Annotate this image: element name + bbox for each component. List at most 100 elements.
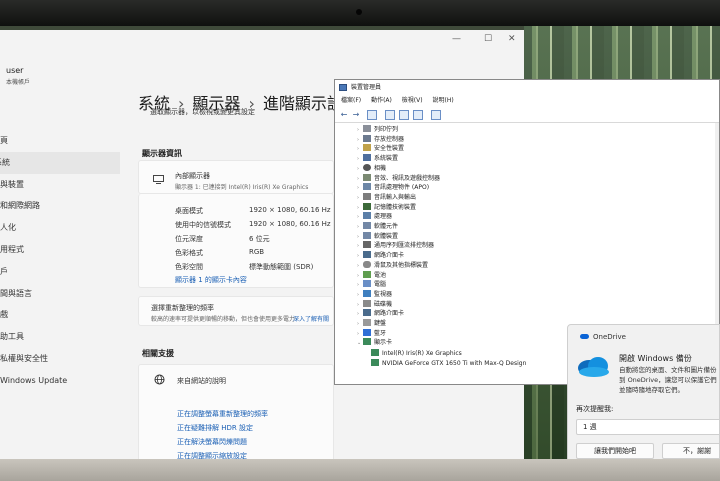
nav-item-home[interactable]: 首頁 bbox=[0, 130, 120, 152]
nav-item-system[interactable]: 系統 bbox=[0, 151, 120, 174]
webcam bbox=[356, 9, 362, 15]
globe-icon bbox=[154, 374, 165, 385]
tree-node[interactable]: › 列印佇列 bbox=[357, 125, 398, 135]
properties-icon[interactable] bbox=[367, 110, 377, 120]
display-details-card: 桌面模式 1920 × 1080, 60.16 Hz 使用中的信號模式 1920… bbox=[138, 194, 334, 288]
tree-node[interactable]: › 網路介面卡 bbox=[357, 309, 404, 319]
tree-node[interactable]: › 安全性裝置 bbox=[357, 144, 404, 154]
detail-label: 色彩空間 bbox=[175, 263, 203, 271]
tree-node[interactable]: › 電池 bbox=[357, 270, 386, 281]
device-manager-title: 裝置管理員 bbox=[351, 84, 382, 91]
nav-item-privacy[interactable]: 隱私權與安全性 bbox=[0, 348, 120, 370]
close-button[interactable]: ✕ bbox=[508, 34, 516, 44]
tree-node[interactable]: › 系統裝置 bbox=[357, 154, 398, 164]
user-profile[interactable]: user 本機帳戶 bbox=[6, 66, 30, 86]
tree-node[interactable]: › 監視器 bbox=[357, 289, 392, 300]
memory-device-icon bbox=[363, 202, 371, 210]
software-device-icon bbox=[363, 231, 371, 239]
display-adapter-icon bbox=[363, 338, 371, 346]
tree-node-display-adapters[interactable]: ⌄ 顯示卡 bbox=[357, 338, 392, 348]
tree-node[interactable]: › 通用序列匯流排控制器 bbox=[357, 241, 434, 251]
tree-node[interactable]: › 電腦 bbox=[357, 280, 386, 290]
tree-node[interactable]: › 音訊處理物件 (APO) bbox=[357, 183, 429, 193]
computer-icon bbox=[363, 280, 371, 288]
storage-controller-icon bbox=[363, 134, 371, 142]
system-device-icon bbox=[363, 154, 371, 162]
bluetooth-icon bbox=[363, 328, 371, 336]
monitor-icon bbox=[363, 289, 371, 297]
settings-nav: 首頁 系統 藍牙與裝置 網路和網際網路 個人化 應用程式 帳戶 時間與語言 遊戲… bbox=[0, 130, 120, 392]
tree-node[interactable]: › 處理器 bbox=[357, 212, 392, 222]
detail-value: 6 位元 bbox=[249, 235, 270, 243]
processor-icon bbox=[363, 212, 371, 220]
refresh-learn-more-link[interactable]: 深入了解有關 bbox=[293, 314, 329, 323]
menu-action[interactable]: 動作(A) bbox=[371, 97, 392, 104]
tree-node[interactable]: › 相機 bbox=[357, 163, 386, 174]
tree-node[interactable]: › 音效、視訊及遊戲控制器 bbox=[357, 173, 440, 184]
nav-item-gaming[interactable]: 遊戲 bbox=[0, 304, 120, 326]
detail-label: 使用中的信號模式 bbox=[175, 221, 231, 229]
tree-node[interactable]: › 藍牙 bbox=[357, 328, 386, 339]
scan-hardware-icon[interactable] bbox=[413, 110, 423, 120]
nav-item-windows-update[interactable]: Windows Update bbox=[0, 370, 120, 392]
menu-help[interactable]: 說明(H) bbox=[433, 97, 454, 104]
nav-item-time-language[interactable]: 時間與語言 bbox=[0, 283, 120, 305]
network-adapter-icon bbox=[363, 251, 371, 259]
user-account-type: 本機帳戶 bbox=[6, 79, 31, 86]
tree-node[interactable]: › 存放控制器 bbox=[357, 134, 404, 145]
keyboard-icon bbox=[363, 319, 371, 326]
tree-node[interactable]: › 鍵盤 bbox=[357, 319, 386, 329]
display-info-heading: 顯示器資訊 bbox=[142, 149, 182, 158]
get-started-button[interactable]: 讓我們開始吧 bbox=[576, 443, 654, 459]
tree-child-intel-gpu[interactable]: Intel(R) Iris(R) Xe Graphics bbox=[371, 349, 462, 359]
tree-node[interactable]: › 滑鼠及其他指標裝置 bbox=[357, 260, 428, 271]
battery-icon bbox=[363, 270, 371, 278]
forward-arrow-icon[interactable]: → bbox=[351, 110, 361, 120]
mouse-icon bbox=[363, 260, 371, 268]
tree-node[interactable]: › 音訊輸入與輸出 bbox=[357, 192, 416, 203]
detail-label: 桌面模式 bbox=[175, 207, 203, 215]
sound-controller-icon bbox=[363, 173, 371, 181]
device-manager-icon bbox=[339, 84, 347, 91]
tree-node[interactable]: › 網路介面卡 bbox=[357, 251, 404, 261]
onedrive-app-name: OneDrive bbox=[593, 333, 626, 341]
menu-view[interactable]: 檢視(V) bbox=[402, 97, 423, 104]
onedrive-notification: OneDrive 開啟 Windows 備份 自動將您的桌面、文件和圖片備份到 … bbox=[567, 324, 720, 468]
security-device-icon bbox=[363, 144, 371, 152]
printer-icon bbox=[363, 125, 371, 132]
menu-file[interactable]: 檔案(F) bbox=[341, 97, 361, 104]
nav-item-bluetooth[interactable]: 藍牙與裝置 bbox=[0, 174, 120, 196]
maximize-button[interactable]: ☐ bbox=[484, 34, 492, 44]
help-icon[interactable] bbox=[399, 110, 409, 120]
display-info-card[interactable]: 內部顯示器 顯示器 1: 已連接到 Intel(R) Iris(R) Xe Gr… bbox=[138, 160, 334, 194]
support-link[interactable]: 正在調整螢幕重新整理的頻率 bbox=[177, 409, 268, 419]
audio-io-icon bbox=[363, 192, 371, 200]
display-connection: 顯示器 1: 已連接到 Intel(R) Iris(R) Xe Graphics bbox=[175, 184, 309, 191]
tree-node[interactable]: › 軟體元件 bbox=[357, 222, 398, 232]
no-thanks-button[interactable]: 不，謝謝 bbox=[662, 443, 719, 459]
display-adapter-properties-link[interactable]: 顯示器 1 的顯示卡內容 bbox=[175, 275, 247, 285]
nav-item-accessibility[interactable]: 協助工具 bbox=[0, 326, 120, 348]
nav-item-accounts[interactable]: 帳戶 bbox=[0, 261, 120, 283]
tree-child-nvidia-gpu[interactable]: NVIDIA GeForce GTX 1650 Ti with Max-Q De… bbox=[371, 359, 526, 369]
tree-node[interactable]: › 磁碟機 bbox=[357, 299, 392, 310]
select-display-card: 選取顯示器，以檢視或變更其設定 bbox=[138, 95, 334, 123]
support-link[interactable]: 正在解決螢幕閃爍問題 bbox=[177, 437, 247, 447]
nav-item-personalization[interactable]: 個人化 bbox=[0, 217, 120, 239]
software-component-icon bbox=[363, 222, 371, 229]
tree-node[interactable]: › 軟體裝置 bbox=[357, 231, 398, 242]
monitor-toolbar-icon[interactable] bbox=[431, 110, 441, 120]
back-arrow-icon[interactable]: ← bbox=[339, 110, 349, 120]
nav-item-network[interactable]: 網路和網際網路 bbox=[0, 195, 120, 217]
tree-node[interactable]: › 記憶體技術裝置 bbox=[357, 202, 416, 213]
remind-interval-select[interactable]: 1 週 bbox=[576, 419, 719, 435]
device-manager-titlebar: 裝置管理員 bbox=[335, 80, 719, 95]
onedrive-cloud-icon bbox=[578, 357, 609, 377]
support-link[interactable]: 正在疑難排解 HDR 設定 bbox=[177, 423, 253, 433]
onedrive-small-icon bbox=[580, 334, 589, 339]
nav-item-apps[interactable]: 應用程式 bbox=[0, 239, 120, 261]
onedrive-body: 自動將您的桌面、文件和圖片備份到 OneDrive，讓您可以保護它們並隨時隨地存… bbox=[619, 366, 717, 394]
minimize-button[interactable]: — bbox=[452, 34, 461, 44]
list-view-icon[interactable] bbox=[385, 110, 395, 120]
web-help-title[interactable]: 來自網站的說明 bbox=[177, 376, 226, 386]
